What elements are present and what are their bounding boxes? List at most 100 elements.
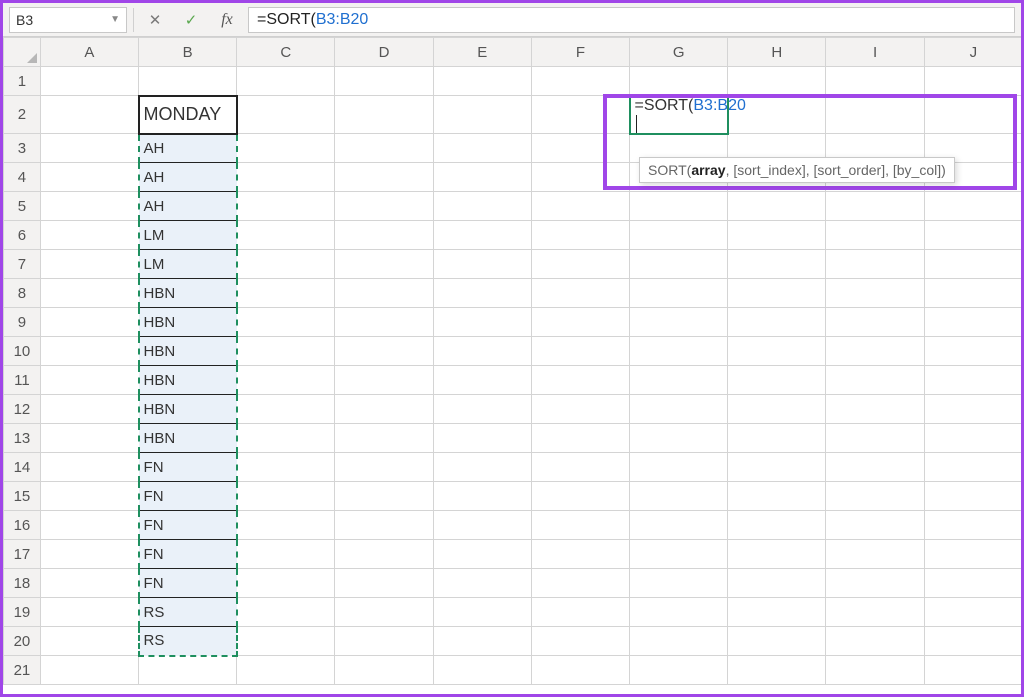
cell[interactable] xyxy=(728,192,826,221)
cell[interactable] xyxy=(433,308,531,337)
cell[interactable] xyxy=(433,453,531,482)
cell-selected[interactable]: HBN xyxy=(139,337,237,366)
cell[interactable] xyxy=(826,366,924,395)
cell[interactable] xyxy=(531,656,629,685)
cell[interactable] xyxy=(630,366,728,395)
enter-button[interactable]: ✓ xyxy=(176,7,206,33)
cell[interactable] xyxy=(237,453,335,482)
cell[interactable] xyxy=(728,221,826,250)
cell[interactable] xyxy=(335,337,433,366)
cell[interactable] xyxy=(531,453,629,482)
cell[interactable] xyxy=(237,424,335,453)
insert-function-button[interactable]: fx xyxy=(212,7,242,33)
cell-selected[interactable]: LM xyxy=(139,221,237,250)
cell[interactable] xyxy=(433,163,531,192)
row-header[interactable]: 11 xyxy=(4,366,41,395)
cell[interactable] xyxy=(335,482,433,511)
cell[interactable] xyxy=(924,482,1021,511)
cell[interactable] xyxy=(924,627,1021,656)
row-header[interactable]: 7 xyxy=(4,250,41,279)
cell[interactable] xyxy=(433,250,531,279)
cell[interactable] xyxy=(433,424,531,453)
cell[interactable] xyxy=(924,279,1021,308)
cell[interactable] xyxy=(531,395,629,424)
cell[interactable] xyxy=(335,627,433,656)
cell[interactable] xyxy=(630,308,728,337)
cell-g2-active[interactable]: =SORT(B3:B20 xyxy=(630,96,728,134)
cell[interactable] xyxy=(531,221,629,250)
col-header[interactable]: G xyxy=(630,38,728,67)
cell[interactable] xyxy=(40,337,138,366)
row-header[interactable]: 16 xyxy=(4,511,41,540)
cell[interactable] xyxy=(40,627,138,656)
cell[interactable] xyxy=(335,221,433,250)
cell[interactable] xyxy=(728,366,826,395)
cell[interactable] xyxy=(40,569,138,598)
cell[interactable] xyxy=(728,279,826,308)
row-header[interactable]: 20 xyxy=(4,627,41,656)
cell-selected[interactable]: HBN xyxy=(139,424,237,453)
cell[interactable] xyxy=(40,134,138,163)
cell[interactable] xyxy=(531,96,629,134)
cell[interactable] xyxy=(924,511,1021,540)
cell[interactable] xyxy=(630,424,728,453)
cell[interactable] xyxy=(826,598,924,627)
cell[interactable] xyxy=(40,192,138,221)
spreadsheet-grid[interactable]: A B C D E F G H I J 1 2 MONDAY =SORT(B3:… xyxy=(3,37,1021,685)
cell[interactable] xyxy=(335,511,433,540)
cell[interactable] xyxy=(728,482,826,511)
cell[interactable] xyxy=(335,67,433,96)
cell[interactable] xyxy=(433,134,531,163)
cell[interactable] xyxy=(924,453,1021,482)
cell[interactable] xyxy=(826,511,924,540)
cell[interactable] xyxy=(237,134,335,163)
col-header[interactable]: A xyxy=(40,38,138,67)
cell[interactable] xyxy=(237,221,335,250)
cell[interactable] xyxy=(335,366,433,395)
cell-selected[interactable]: FN xyxy=(139,482,237,511)
cell-selected[interactable]: AH xyxy=(139,192,237,221)
cell[interactable] xyxy=(40,250,138,279)
cell[interactable] xyxy=(924,337,1021,366)
cell[interactable] xyxy=(630,221,728,250)
cell[interactable] xyxy=(335,540,433,569)
cell[interactable] xyxy=(728,250,826,279)
cell[interactable] xyxy=(335,250,433,279)
col-header[interactable]: F xyxy=(531,38,629,67)
cell[interactable] xyxy=(335,308,433,337)
cell[interactable] xyxy=(826,279,924,308)
cell[interactable] xyxy=(40,308,138,337)
name-box[interactable]: B3 ▼ xyxy=(9,7,127,33)
cell[interactable] xyxy=(335,453,433,482)
cell[interactable] xyxy=(237,163,335,192)
col-header[interactable]: E xyxy=(433,38,531,67)
cell[interactable] xyxy=(335,656,433,685)
cell[interactable] xyxy=(826,540,924,569)
cancel-button[interactable]: ✕ xyxy=(140,7,170,33)
cell[interactable] xyxy=(531,511,629,540)
cell[interactable] xyxy=(531,366,629,395)
cell[interactable] xyxy=(728,424,826,453)
cell[interactable] xyxy=(335,424,433,453)
cell[interactable] xyxy=(237,67,335,96)
cell[interactable] xyxy=(531,569,629,598)
cell-selected[interactable]: HBN xyxy=(139,395,237,424)
cell[interactable] xyxy=(826,192,924,221)
cell[interactable] xyxy=(433,482,531,511)
cell[interactable] xyxy=(728,598,826,627)
cell[interactable] xyxy=(826,482,924,511)
formula-input[interactable]: =SORT(B3:B20 xyxy=(248,7,1015,33)
cell[interactable] xyxy=(237,279,335,308)
cell-selected[interactable]: HBN xyxy=(139,308,237,337)
cell[interactable] xyxy=(728,569,826,598)
cell[interactable] xyxy=(139,656,237,685)
cell[interactable] xyxy=(335,134,433,163)
cell[interactable] xyxy=(433,540,531,569)
cell-selected[interactable]: AH xyxy=(139,134,237,163)
cell[interactable] xyxy=(335,96,433,134)
cell[interactable] xyxy=(826,627,924,656)
cell[interactable] xyxy=(433,598,531,627)
cell-selected[interactable]: LM xyxy=(139,250,237,279)
cell[interactable] xyxy=(237,627,335,656)
cell-selected[interactable]: HBN xyxy=(139,279,237,308)
